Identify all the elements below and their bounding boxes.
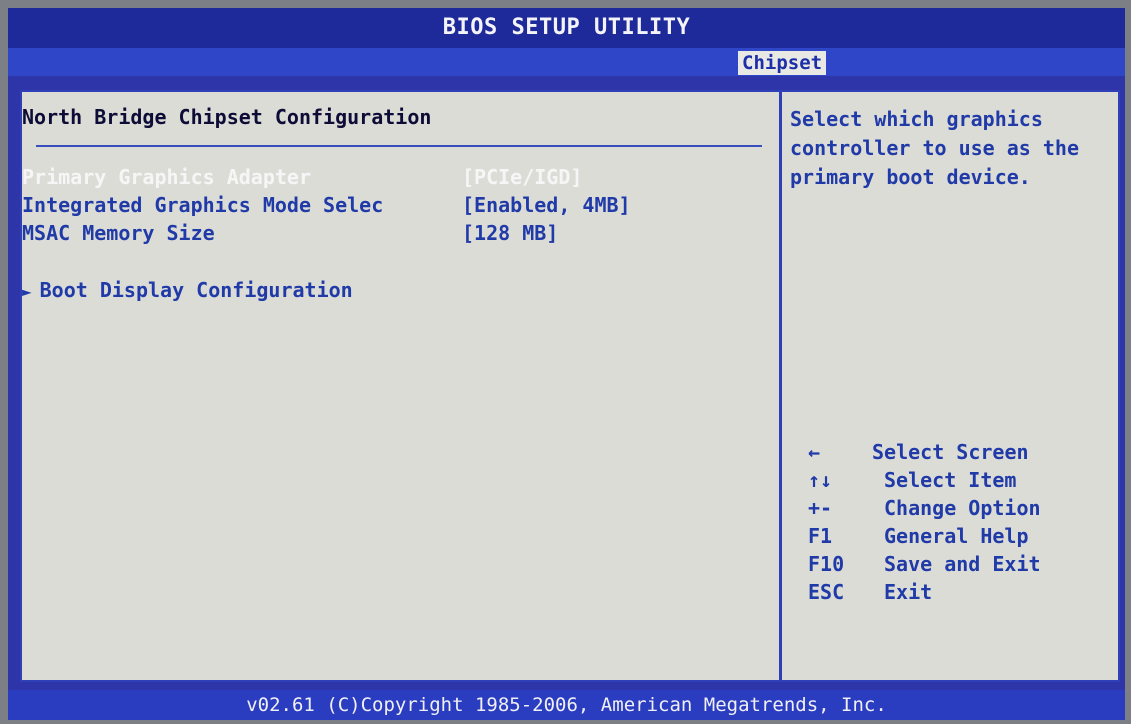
title-bar: BIOS SETUP UTILITY xyxy=(8,8,1125,48)
app-title: BIOS SETUP UTILITY xyxy=(442,15,691,40)
key-description: Change Option xyxy=(884,496,1041,520)
tab-bar xyxy=(8,48,1125,76)
key-legend: ← Select Screen ↑↓ Select Item +- Change… xyxy=(808,440,1108,608)
submenu-label: Boot Display Configuration xyxy=(39,278,353,302)
tab-chipset[interactable]: Chipset xyxy=(738,51,827,75)
panel-divider xyxy=(779,92,782,680)
key-row-general-help: F1 General Help xyxy=(808,524,1108,552)
setting-value[interactable]: [PCIe/IGD] xyxy=(462,165,582,189)
key-name: ↑↓ xyxy=(808,468,833,492)
setting-value[interactable]: [128 MB] xyxy=(462,221,558,245)
key-row-exit: ESC Exit xyxy=(808,580,1108,608)
key-name: F10 xyxy=(808,552,845,576)
key-row-select-item: ↑↓ Select Item xyxy=(808,468,1108,496)
setting-label: Integrated Graphics Mode Selec xyxy=(22,193,384,217)
key-description: Save and Exit xyxy=(884,552,1041,576)
key-description: Select Screen xyxy=(872,440,1029,464)
key-description: General Help xyxy=(884,524,1029,548)
key-row-select-screen: ← Select Screen xyxy=(808,440,1108,468)
setting-value[interactable]: [Enabled, 4MB] xyxy=(462,193,631,217)
key-description: Exit xyxy=(884,580,933,604)
setting-label: Primary Graphics Adapter xyxy=(22,165,311,189)
section-divider xyxy=(36,145,762,147)
copyright-footer: v02.61 (C)Copyright 1985-2006, American … xyxy=(8,690,1125,720)
section-title: North Bridge Chipset Configuration xyxy=(22,105,432,129)
key-row-save-and-exit: F10 Save and Exit xyxy=(808,552,1108,580)
key-name: F1 xyxy=(808,524,833,548)
key-name: ESC xyxy=(808,580,845,604)
help-text: Select which graphics controller to use … xyxy=(790,107,1079,189)
key-row-change-option: +- Change Option xyxy=(808,496,1108,524)
setting-msac-memory-size[interactable]: MSAC Memory Size [128 MB] xyxy=(22,221,558,245)
submenu-arrow-icon: ► xyxy=(22,282,32,301)
submenu-boot-display-configuration[interactable]: ► Boot Display Configuration xyxy=(22,278,353,302)
key-name: +- xyxy=(808,496,833,520)
key-description: Select Item xyxy=(884,468,1017,492)
key-name: ← xyxy=(808,440,821,464)
setting-integrated-graphics-mode[interactable]: Integrated Graphics Mode Selec [Enabled,… xyxy=(22,193,631,217)
setting-label: MSAC Memory Size xyxy=(22,221,215,245)
setting-primary-graphics-adapter[interactable]: Primary Graphics Adapter [PCIe/IGD] xyxy=(22,165,582,189)
